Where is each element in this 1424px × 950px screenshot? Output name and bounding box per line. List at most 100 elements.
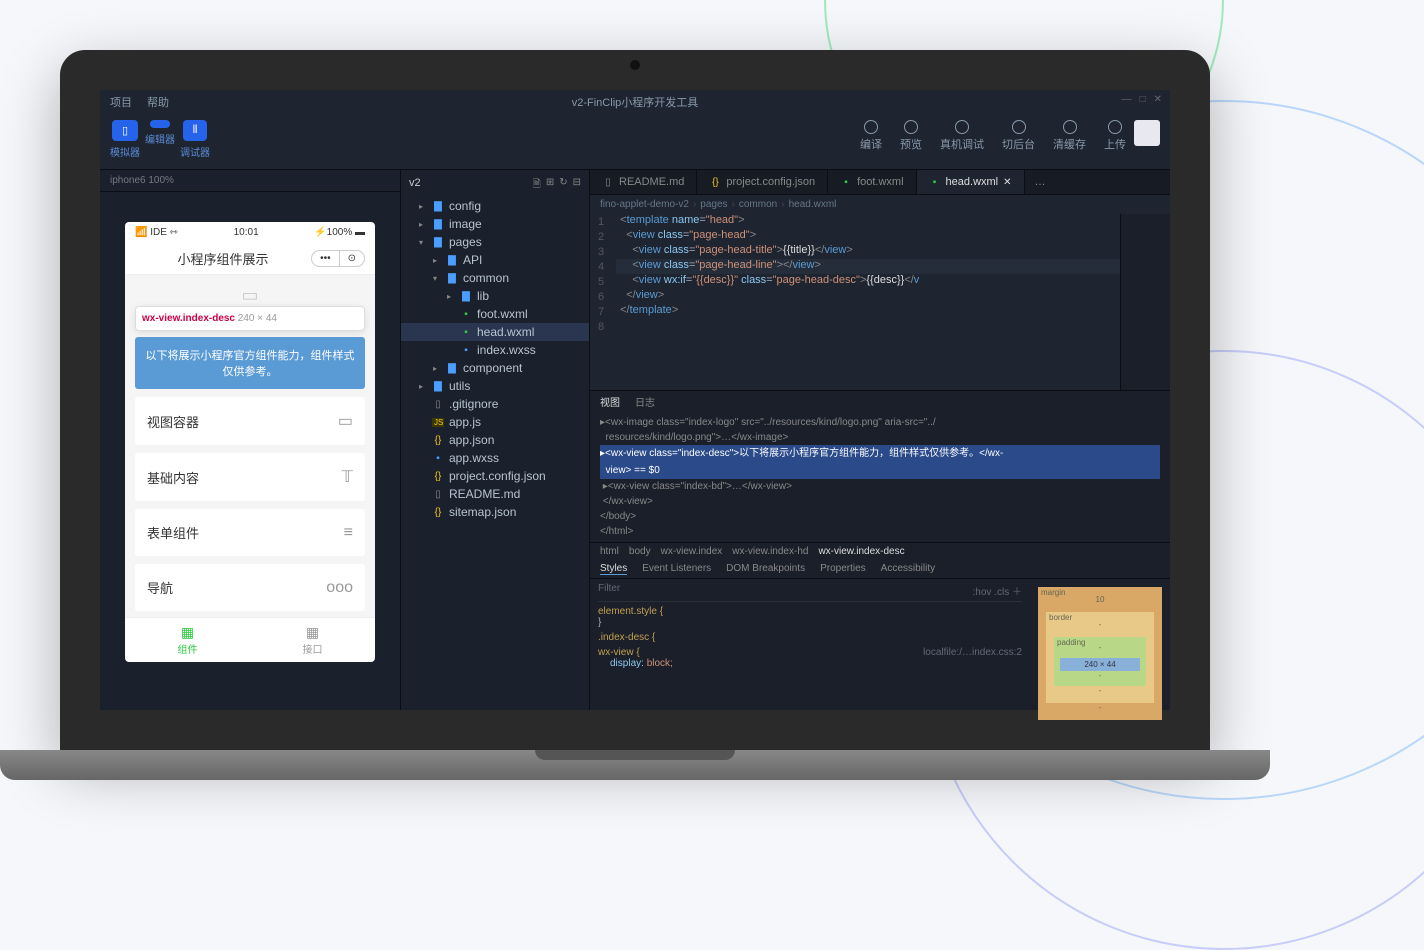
- item-icon: 𝕋: [342, 467, 353, 487]
- tabs-more-icon[interactable]: …: [1025, 170, 1056, 194]
- devtools: 视图日志 ▸<wx-image class="index-logo" src="…: [590, 390, 1170, 710]
- styles-subtab[interactable]: Event Listeners: [642, 563, 711, 575]
- filter-input[interactable]: Filter: [598, 583, 620, 598]
- folder-item[interactable]: ▸▇API: [401, 251, 589, 269]
- file-item[interactable]: ▪index.wxss: [401, 341, 589, 359]
- folder-icon: ▇: [432, 219, 444, 230]
- selected-element[interactable]: 以下将展示小程序官方组件能力，组件样式仅供参考。: [135, 337, 365, 389]
- explorer-action-icon[interactable]: ⊞: [546, 177, 554, 194]
- editor-tab[interactable]: ▯README.md: [590, 170, 697, 194]
- devtools-tab[interactable]: 视图: [600, 394, 620, 409]
- wxml-icon: ▪: [460, 327, 472, 338]
- phone-preview: 📶 IDE ⇿ 10:01 ⚡100% ▬ 小程序组件展示 •••⊙ ▭ wx-…: [125, 222, 375, 662]
- toolbar-btn-0[interactable]: 编译: [860, 120, 882, 152]
- toolbar-pill-1[interactable]: [150, 120, 170, 128]
- tabbar-tab[interactable]: ▦接口: [250, 618, 375, 662]
- battery-icon: ⚡100% ▬: [314, 227, 365, 238]
- close-icon[interactable]: ✕: [1003, 177, 1011, 188]
- folder-item[interactable]: ▸▇image: [401, 215, 589, 233]
- folder-icon: ▇: [446, 363, 458, 374]
- capsule-button[interactable]: •••⊙: [311, 250, 365, 267]
- minimap[interactable]: [1120, 214, 1170, 390]
- editor-tab[interactable]: ▪head.wxml✕: [917, 170, 1025, 194]
- toolbar: ▯模拟器编辑器⫴调试器 编译预览真机调试切后台清缓存上传: [100, 114, 1170, 169]
- explorer-action-icon[interactable]: ⊟: [573, 177, 581, 194]
- toolbar-pill-2[interactable]: ⫴: [183, 120, 208, 141]
- toolbar-btn-2[interactable]: 真机调试: [940, 120, 984, 152]
- folder-item[interactable]: ▾▇common: [401, 269, 589, 287]
- file-icon: ▯: [432, 399, 444, 410]
- folder-item[interactable]: ▾▇pages: [401, 233, 589, 251]
- avatar[interactable]: [1134, 120, 1160, 146]
- explorer-action-icon[interactable]: ↻: [559, 177, 567, 194]
- json-icon: {}: [709, 177, 721, 188]
- file-item[interactable]: JSapp.js: [401, 413, 589, 431]
- box-model: margin 10 border - padding - 240 × 4: [1030, 579, 1170, 710]
- minimize-button[interactable]: —: [1122, 94, 1132, 105]
- folder-icon: ▇: [460, 291, 472, 302]
- toolbar-pill-0[interactable]: ▯: [112, 120, 138, 141]
- folder-item[interactable]: ▸▇config: [401, 197, 589, 215]
- folder-icon: ▇: [446, 273, 458, 284]
- file-item[interactable]: {}project.config.json: [401, 467, 589, 485]
- file-item[interactable]: ▯.gitignore: [401, 395, 589, 413]
- js-icon: JS: [432, 418, 444, 427]
- status-bar: 📶 IDE ⇿ 10:01 ⚡100% ▬: [125, 222, 375, 243]
- toolbar-btn-3[interactable]: 切后台: [1002, 120, 1035, 152]
- md-icon: ▯: [602, 177, 614, 188]
- dom-tree[interactable]: ▸<wx-image class="index-logo" src="../re…: [590, 412, 1170, 542]
- explorer-action-icon[interactable]: 🗎: [533, 177, 541, 194]
- styles-subtab[interactable]: Styles: [600, 563, 627, 575]
- toolbar-btn-4[interactable]: 清缓存: [1053, 120, 1086, 152]
- folder-item[interactable]: ▸▇component: [401, 359, 589, 377]
- menubar: 项目 帮助 v2-FinClip小程序开发工具 — □ ✕: [100, 90, 1170, 114]
- explorer-root[interactable]: v2: [409, 177, 421, 194]
- file-item[interactable]: ▪app.wxss: [401, 449, 589, 467]
- folder-item[interactable]: ▸▇lib: [401, 287, 589, 305]
- folder-icon: ▇: [432, 201, 444, 212]
- list-item[interactable]: 表单组件≡: [135, 509, 365, 556]
- menu-help[interactable]: 帮助: [147, 94, 169, 110]
- signal-icon: 📶 IDE ⇿: [135, 227, 178, 238]
- editor-area: ▯README.md{}project.config.json▪foot.wxm…: [590, 170, 1170, 710]
- breadcrumb[interactable]: fino-applet-demo-v2›pages›common›head.wx…: [590, 195, 1170, 214]
- device-info: iphone6 100%: [100, 170, 400, 192]
- list-item[interactable]: 视图容器▭: [135, 397, 365, 445]
- wxml-icon: ▪: [840, 177, 852, 188]
- item-icon: ooo: [326, 579, 353, 597]
- window-title: v2-FinClip小程序开发工具: [572, 94, 699, 110]
- styles-panel[interactable]: Filter :hov .cls ＋ element.style {}.inde…: [590, 579, 1030, 710]
- styles-subtab[interactable]: Properties: [820, 563, 866, 575]
- styles-subtab[interactable]: DOM Breakpoints: [726, 563, 805, 575]
- toolbar-btn-1[interactable]: 预览: [900, 120, 922, 152]
- file-item[interactable]: ▪head.wxml: [401, 323, 589, 341]
- list-item[interactable]: 导航ooo: [135, 564, 365, 611]
- file-item[interactable]: {}app.json: [401, 431, 589, 449]
- editor-tab[interactable]: ▪foot.wxml: [828, 170, 916, 194]
- dom-path[interactable]: htmlbodywx-view.indexwx-view.index-hdwx-…: [590, 542, 1170, 560]
- wxml-icon: ▪: [460, 309, 472, 320]
- file-item[interactable]: ▪foot.wxml: [401, 305, 589, 323]
- inspect-tooltip: wx-view.index-desc 240 × 44: [135, 306, 365, 331]
- wxml-icon: ▪: [929, 177, 941, 188]
- folder-item[interactable]: ▸▇utils: [401, 377, 589, 395]
- file-item[interactable]: ▯README.md: [401, 485, 589, 503]
- md-icon: ▯: [432, 489, 444, 500]
- maximize-button[interactable]: □: [1140, 94, 1146, 105]
- tabbar-tab[interactable]: ▦组件: [125, 618, 250, 662]
- list-item[interactable]: 基础内容𝕋: [135, 453, 365, 501]
- styles-subtab[interactable]: Accessibility: [881, 563, 935, 575]
- editor-tab[interactable]: {}project.config.json: [697, 170, 828, 194]
- close-button[interactable]: ✕: [1154, 94, 1162, 105]
- page-title: 小程序组件展示: [135, 249, 311, 268]
- hov-cls-toggle[interactable]: :hov .cls ＋: [973, 583, 1022, 598]
- devtools-tab[interactable]: 日志: [635, 394, 655, 409]
- code-editor[interactable]: <template name="head"> <view class="page…: [616, 214, 1120, 390]
- file-explorer: v2 🗎 ⊞ ↻ ⊟ ▸▇config▸▇image▾▇pages▸▇API▾▇com…: [400, 170, 590, 710]
- file-item[interactable]: {}sitemap.json: [401, 503, 589, 521]
- json-icon: {}: [432, 471, 444, 482]
- toolbar-btn-5[interactable]: 上传: [1104, 120, 1126, 152]
- menu-project[interactable]: 项目: [110, 94, 132, 110]
- folder-icon: ▇: [432, 381, 444, 392]
- folder-icon: ▇: [432, 237, 444, 248]
